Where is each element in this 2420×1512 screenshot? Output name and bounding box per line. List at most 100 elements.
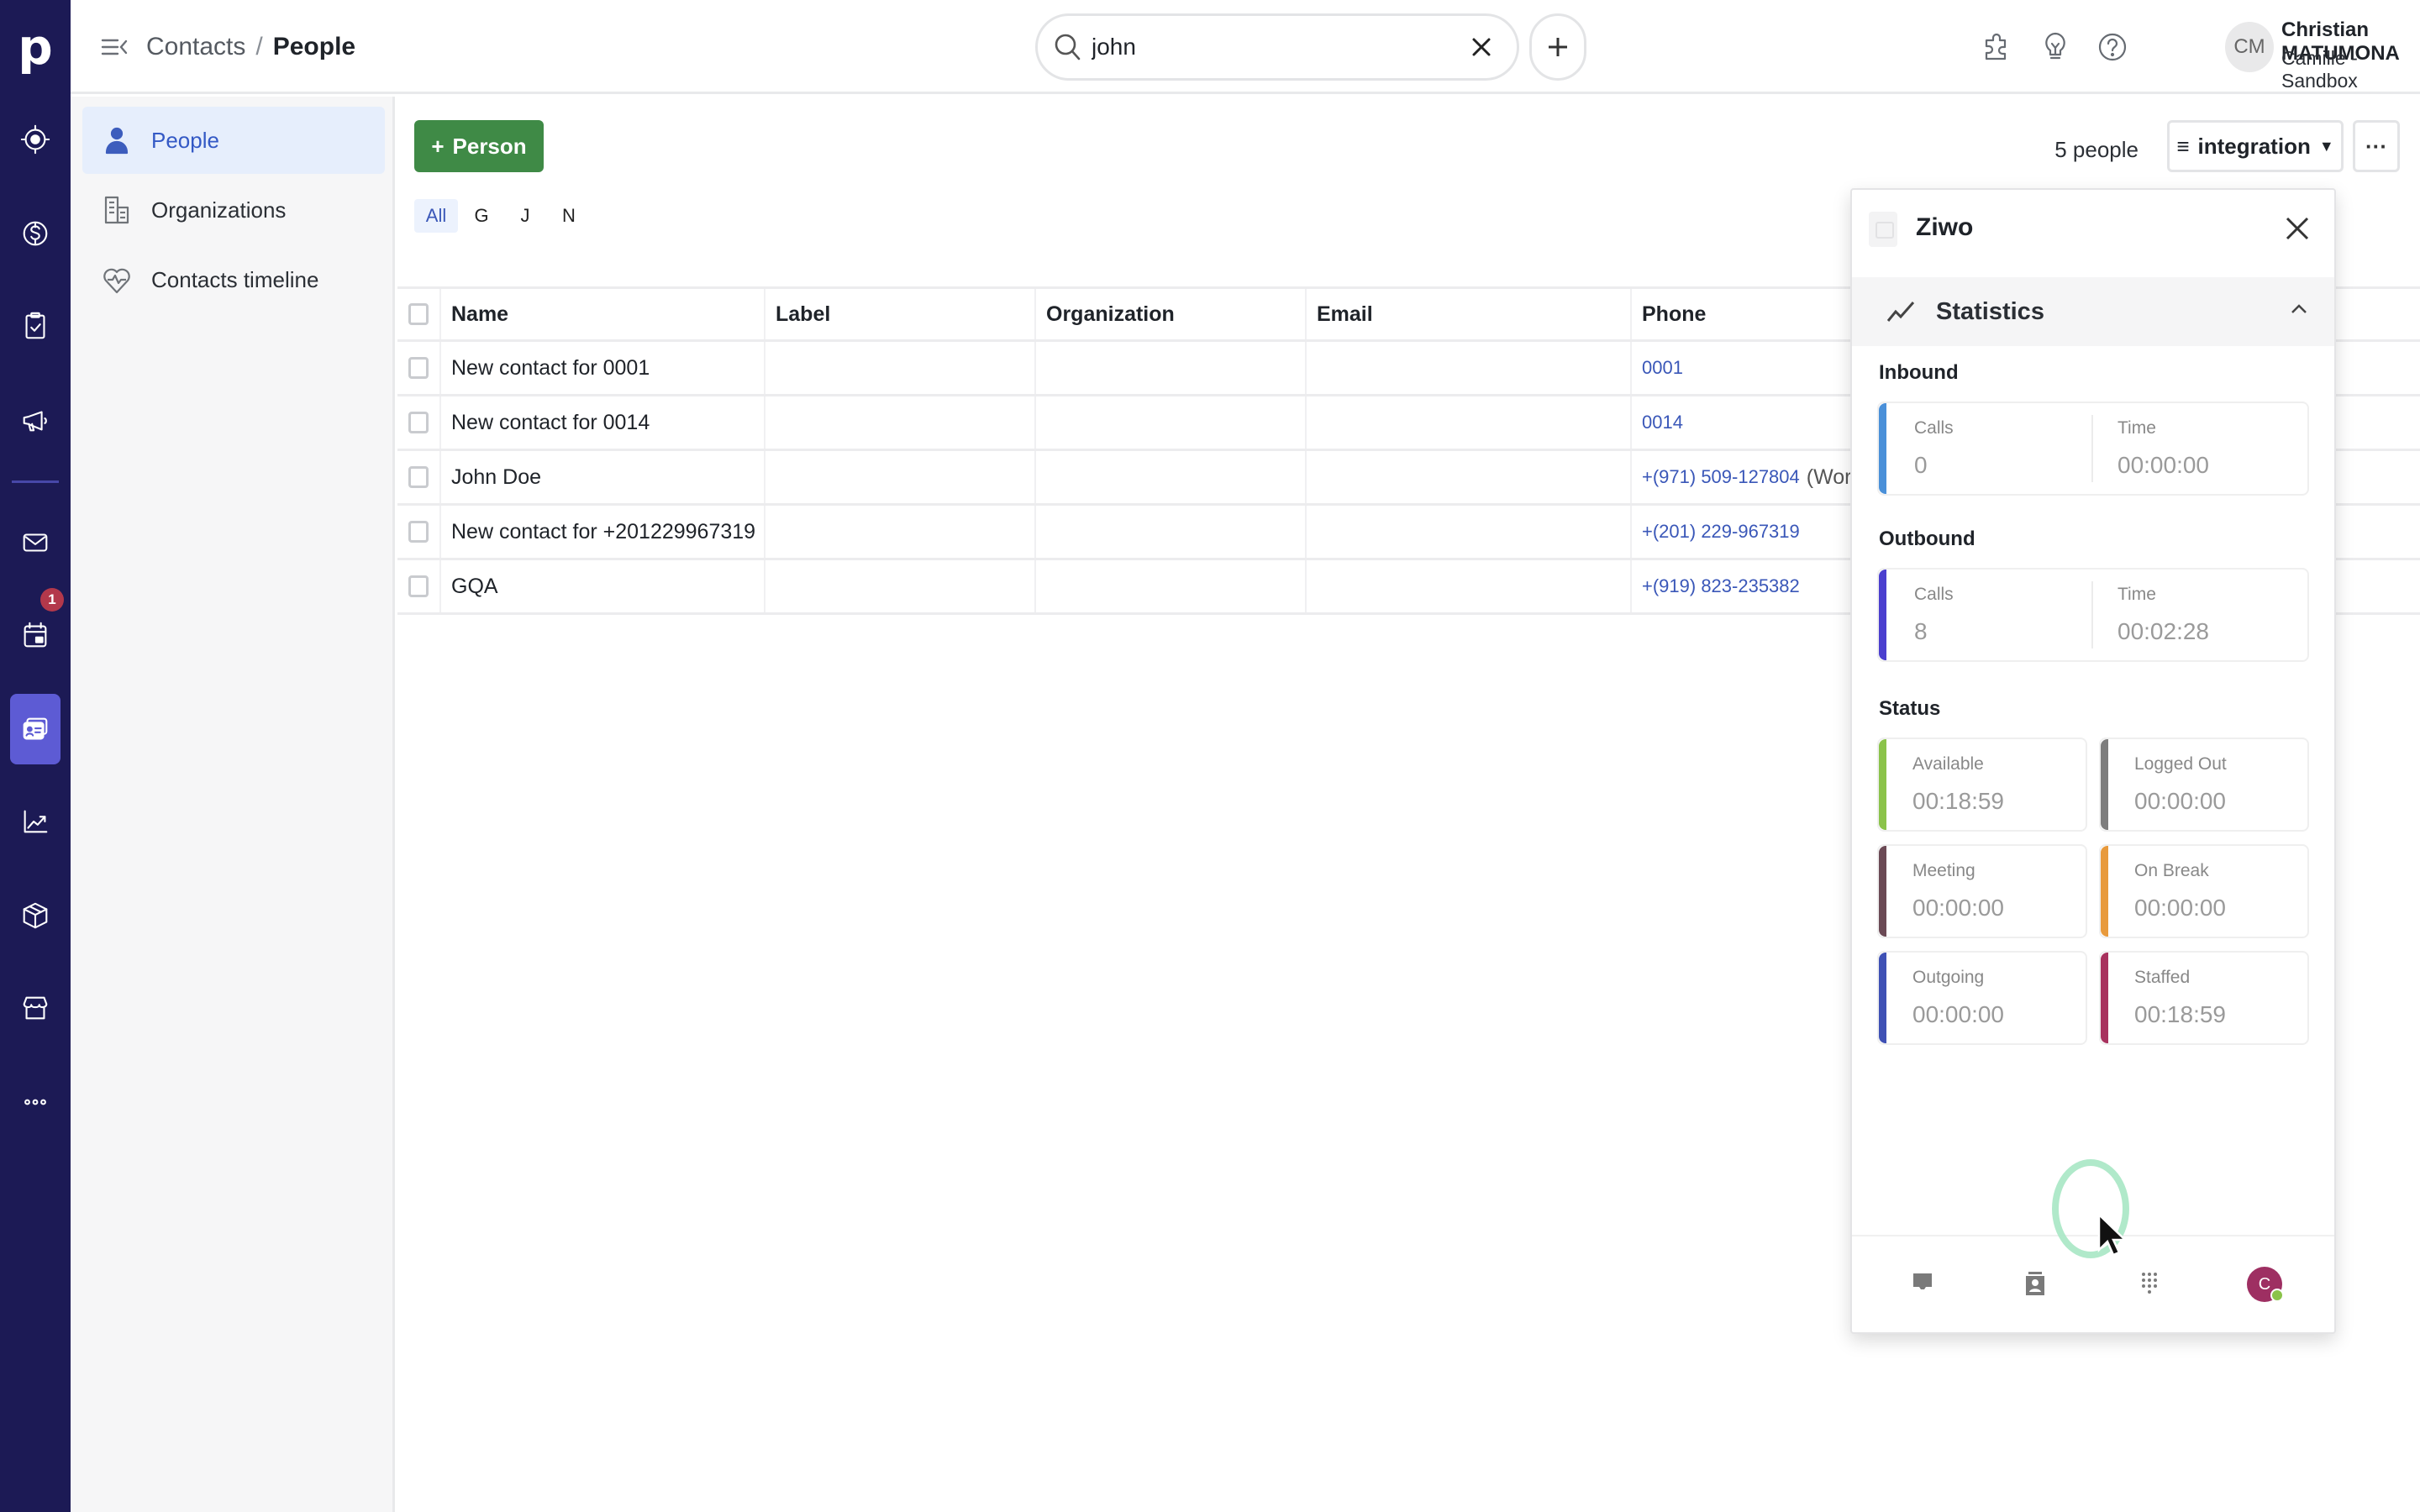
- phone-link[interactable]: 0014: [1642, 412, 1683, 433]
- cell-organization[interactable]: [1036, 396, 1307, 449]
- status-label: Outgoing: [1912, 968, 1985, 987]
- help-button[interactable]: [2094, 29, 2131, 66]
- more-options-button[interactable]: ···: [2353, 120, 2400, 172]
- subnav-people[interactable]: People: [82, 107, 385, 174]
- close-ziwo-button[interactable]: [2282, 213, 2316, 247]
- phone-link[interactable]: +(971) 509-127804: [1642, 466, 1800, 488]
- cell-name[interactable]: GQA: [441, 560, 765, 612]
- cell-email[interactable]: [1307, 396, 1632, 449]
- quick-add-button[interactable]: [1529, 13, 1586, 81]
- cell-email[interactable]: [1307, 451, 1632, 503]
- column-header-email[interactable]: Email: [1307, 289, 1632, 339]
- pipedrive-logo[interactable]: p: [0, 15, 71, 79]
- cell-name[interactable]: New contact for +201229967319: [441, 506, 765, 558]
- cell-organization[interactable]: [1036, 342, 1307, 394]
- nav-marketplace[interactable]: [10, 973, 60, 1043]
- cell-name[interactable]: New contact for 0001: [441, 342, 765, 394]
- cell-name[interactable]: John Doe: [441, 451, 765, 503]
- outbound-time-value: 00:02:28: [2118, 618, 2209, 644]
- row-checkbox[interactable]: [408, 521, 429, 543]
- megaphone-icon: [23, 411, 47, 432]
- letter-filter-j[interactable]: J: [505, 199, 545, 233]
- row-checkbox[interactable]: [408, 575, 429, 597]
- phone-link[interactable]: +(919) 823-235382: [1642, 575, 1800, 597]
- nav-separator: [12, 480, 59, 483]
- ziwo-title: Ziwo: [1916, 213, 1974, 241]
- cell-label[interactable]: [765, 451, 1036, 503]
- tips-button[interactable]: [2037, 29, 2074, 66]
- cell-email[interactable]: [1307, 342, 1632, 394]
- cell-label[interactable]: [765, 342, 1036, 394]
- select-all-checkbox[interactable]: [408, 303, 429, 325]
- letter-filter-n[interactable]: N: [549, 199, 589, 233]
- outbound-label: Outbound: [1879, 528, 1975, 550]
- nav-campaigns[interactable]: [10, 385, 60, 455]
- outbound-stats-card: Calls 8 Time 00:02:28: [1877, 568, 2309, 662]
- add-person-button[interactable]: + Person: [414, 120, 544, 172]
- outbound-calls-value: 8: [1914, 618, 1928, 644]
- agent-avatar[interactable]: C: [2247, 1267, 2284, 1302]
- status-label: Meeting: [1912, 861, 1975, 880]
- extensions-button[interactable]: [1978, 29, 2015, 66]
- nav-leads[interactable]: [10, 104, 60, 175]
- clear-search-button[interactable]: [1466, 32, 1497, 62]
- nav-activities[interactable]: [10, 291, 60, 361]
- search-input[interactable]: [1092, 34, 1466, 60]
- subnav-organizations[interactable]: Organizations: [82, 176, 385, 244]
- outbound-time-label: Time: [2118, 585, 2156, 604]
- contacts-tab[interactable]: [2020, 1268, 2050, 1299]
- nav-products[interactable]: [10, 880, 60, 951]
- cell-email[interactable]: [1307, 560, 1632, 612]
- cell-organization[interactable]: [1036, 560, 1307, 612]
- user-avatar[interactable]: CM: [2225, 22, 2274, 72]
- statistics-section-toggle[interactable]: Statistics: [1852, 277, 2334, 346]
- column-header-name[interactable]: Name: [441, 289, 765, 339]
- search-icon: [1055, 34, 1081, 60]
- breadcrumb-separator: /: [255, 33, 263, 60]
- subnav-contacts-timeline[interactable]: Contacts timeline: [82, 246, 385, 313]
- lightbulb-icon: [2045, 32, 2065, 60]
- clipboard-check-icon: [25, 312, 45, 339]
- status-card-meeting: Meeting 00:00:00: [1877, 844, 2087, 938]
- nav-deals[interactable]: [10, 198, 60, 269]
- people-count: 5 people: [2054, 137, 2139, 162]
- row-select-cell: [397, 451, 441, 503]
- row-checkbox[interactable]: [408, 466, 429, 488]
- mouse-cursor-icon: [2097, 1213, 2128, 1257]
- dialpad-tab[interactable]: [2134, 1268, 2165, 1299]
- main-nav-rail: p 1: [0, 0, 71, 1512]
- nav-contacts[interactable]: [10, 694, 60, 764]
- contact-card-icon: [23, 717, 48, 740]
- cell-organization[interactable]: [1036, 451, 1307, 503]
- nav-mail[interactable]: [10, 507, 60, 578]
- filter-dropdown[interactable]: ≡ integration ▼: [2167, 120, 2344, 172]
- breadcrumb-contacts[interactable]: Contacts: [146, 30, 245, 64]
- row-checkbox[interactable]: [408, 412, 429, 433]
- status-card-logged-out: Logged Out 00:00:00: [2099, 738, 2309, 832]
- search-bar: [1035, 13, 1519, 81]
- letter-filter-all[interactable]: All: [414, 199, 458, 233]
- column-header-organization[interactable]: Organization: [1036, 289, 1307, 339]
- stat-divider: [2091, 581, 2093, 648]
- breadcrumb-people: People: [272, 33, 356, 60]
- cell-label[interactable]: [765, 506, 1036, 558]
- phone-link[interactable]: 0001: [1642, 357, 1683, 379]
- person-icon: [105, 127, 129, 155]
- nav-insights[interactable]: [10, 786, 60, 857]
- inbound-time-label: Time: [2118, 418, 2156, 438]
- phone-link[interactable]: +(201) 229-967319: [1642, 521, 1800, 543]
- collapse-sidebar-button[interactable]: [97, 30, 131, 64]
- inbound-calls-value: 0: [1914, 452, 1928, 478]
- inbox-tab[interactable]: [1907, 1268, 1938, 1299]
- cell-email[interactable]: [1307, 506, 1632, 558]
- close-icon: [2286, 217, 2309, 240]
- letter-filter-g[interactable]: G: [461, 199, 502, 233]
- cell-label[interactable]: [765, 396, 1036, 449]
- cell-organization[interactable]: [1036, 506, 1307, 558]
- cell-name[interactable]: New contact for 0014: [441, 396, 765, 449]
- row-checkbox[interactable]: [408, 357, 429, 379]
- column-header-label[interactable]: Label: [765, 289, 1036, 339]
- cell-label[interactable]: [765, 560, 1036, 612]
- nav-more[interactable]: [10, 1067, 60, 1137]
- filter-icon: ≡: [2176, 133, 2190, 159]
